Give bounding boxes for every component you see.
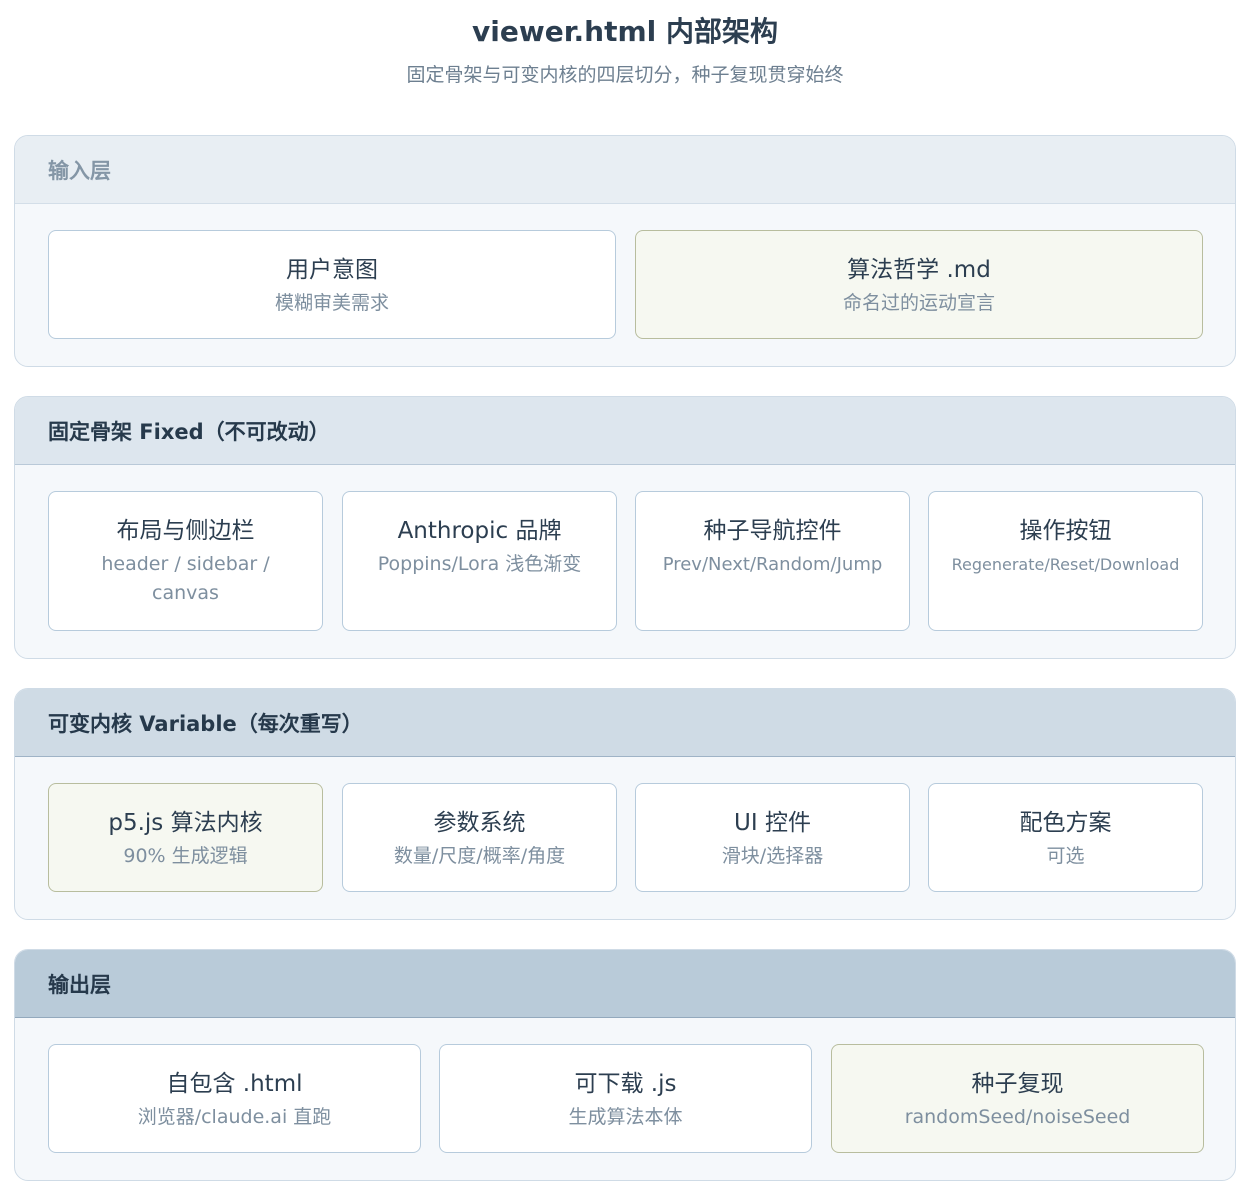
node-label: 种子复现 xyxy=(971,1071,1064,1097)
node-action-buttons: 操作按钮 Regenerate/Reset/Download xyxy=(928,491,1203,631)
node-label: 用户意图 xyxy=(286,257,378,283)
node-label: UI 控件 xyxy=(734,810,811,836)
node-sublabel: 滑块/选择器 xyxy=(721,845,824,867)
node-sublabel: 可选 xyxy=(1046,845,1085,867)
variable-layer: 可变内核 Variable（每次重写） p5.js 算法内核 90% 生成逻辑 … xyxy=(14,688,1236,920)
node-label: 配色方案 xyxy=(1019,810,1112,836)
node-label: 种子导航控件 xyxy=(703,518,842,544)
node-label: 可下载 .js xyxy=(574,1071,677,1097)
node-seed-reproduction: 种子复现 randomSeed/noiseSeed xyxy=(831,1044,1204,1153)
node-algorithm-philosophy: 算法哲学 .md 命名过的运动宣言 xyxy=(635,230,1203,339)
node-sublabel: randomSeed/noiseSeed xyxy=(904,1106,1131,1128)
node-p5js-core: p5.js 算法内核 90% 生成逻辑 xyxy=(48,783,323,892)
node-label: p5.js 算法内核 xyxy=(108,810,263,836)
node-anthropic-brand: Anthropic 品牌 Poppins/Lora 浅色渐变 xyxy=(342,491,617,631)
node-sublabel: 生成算法本体 xyxy=(568,1106,683,1128)
node-ui-controls: UI 控件 滑块/选择器 xyxy=(635,783,910,892)
node-downloadable-js: 可下载 .js 生成算法本体 xyxy=(439,1044,812,1153)
node-parameter-system: 参数系统 数量/尺度/概率/角度 xyxy=(342,783,617,892)
output-layer-header: 输出层 xyxy=(15,950,1235,1018)
input-layer-header: 输入层 xyxy=(15,136,1235,204)
node-sublabel: Prev/Next/Random/Jump xyxy=(662,554,883,575)
variable-layer-header: 可变内核 Variable（每次重写） xyxy=(15,689,1235,757)
output-layer: 输出层 自包含 .html 浏览器/claude.ai 直跑 可下载 .js 生… xyxy=(14,949,1236,1181)
diagram-subtitle: 固定骨架与可变内核的四层切分，种子复现贯穿始终 xyxy=(406,64,844,86)
node-sublabel: Regenerate/Reset/Download xyxy=(951,555,1180,574)
node-sublabel: header / sidebar / canvas xyxy=(101,553,270,604)
fixed-layer-header: 固定骨架 Fixed（不可改动） xyxy=(15,397,1235,465)
node-label: 布局与侧边栏 xyxy=(116,518,255,544)
node-sublabel: 命名过的运动宣言 xyxy=(842,292,995,314)
node-sublabel: 90% 生成逻辑 xyxy=(123,845,248,867)
node-layout-sidebar: 布局与侧边栏 header / sidebar / canvas xyxy=(48,491,323,631)
node-seed-navigation: 种子导航控件 Prev/Next/Random/Jump xyxy=(635,491,910,631)
fixed-layer: 固定骨架 Fixed（不可改动） 布局与侧边栏 header / sidebar… xyxy=(14,396,1236,659)
node-label: 参数系统 xyxy=(433,810,526,836)
node-label: Anthropic 品牌 xyxy=(397,518,562,544)
node-sublabel: Poppins/Lora 浅色渐变 xyxy=(377,553,582,575)
node-sublabel: 数量/尺度/概率/角度 xyxy=(393,845,566,867)
input-layer: 输入层 用户意图 模糊审美需求 算法哲学 .md 命名过的运动宣言 xyxy=(14,135,1236,367)
node-label: 自包含 .html xyxy=(166,1071,303,1097)
node-user-intent: 用户意图 模糊审美需求 xyxy=(48,230,616,339)
diagram-title: viewer.html 内部架构 xyxy=(472,15,778,48)
node-sublabel: 浏览器/claude.ai 直跑 xyxy=(137,1106,332,1128)
node-label: 操作按钮 xyxy=(1019,518,1112,544)
node-self-contained-html: 自包含 .html 浏览器/claude.ai 直跑 xyxy=(48,1044,421,1153)
node-sublabel: 模糊审美需求 xyxy=(274,292,389,314)
node-color-scheme: 配色方案 可选 xyxy=(928,783,1203,892)
node-label: 算法哲学 .md xyxy=(847,257,991,283)
